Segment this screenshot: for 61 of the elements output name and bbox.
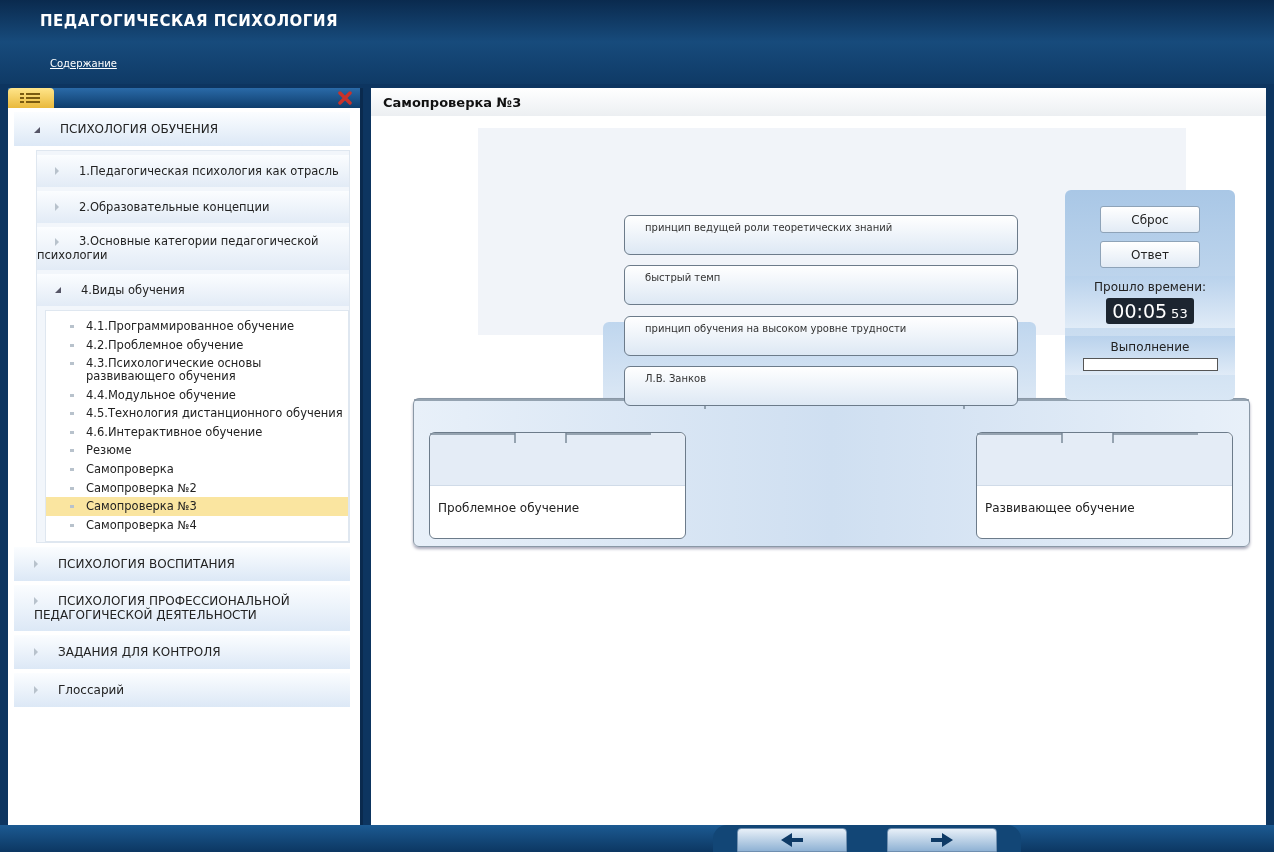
menu-item[interactable]: Содержание: [50, 57, 117, 69]
drop-box-label: Проблемное обучение: [438, 501, 580, 515]
tree-item[interactable]: Самопроверка №3: [46, 497, 348, 517]
left-arrow-icon: [779, 832, 805, 848]
expanded-icon: [34, 126, 40, 133]
right-arrow-icon: [929, 832, 955, 848]
tree-item[interactable]: 4.3.Психологические основы развивающего обучения: [46, 354, 348, 386]
tree-item[interactable]: Глоссарий: [14, 672, 350, 707]
bullet-icon: [70, 468, 74, 472]
tree-item[interactable]: 4.4.Модульное обучение: [46, 385, 348, 405]
collapsed-icon: [55, 237, 59, 246]
answer-card[interactable]: принцип обучения на высоком уровне трудности: [624, 316, 1018, 356]
action-button[interactable]: Ответ: [1100, 241, 1200, 268]
collapsed-icon: [34, 560, 38, 569]
tree-item[interactable]: Самопроверка №4: [46, 516, 348, 535]
tree-item[interactable]: Самопроверка №2: [46, 478, 348, 498]
bullet-icon: [70, 412, 74, 416]
tree-item[interactable]: 1.Педагогическая психология как отрасль: [37, 155, 349, 187]
action-button[interactable]: Сброс: [1100, 206, 1200, 233]
collapsed-icon: [55, 167, 59, 175]
tree-item[interactable]: 3.Основные категории педагогической психологии: [37, 227, 349, 270]
back-button[interactable]: [737, 828, 847, 852]
drop-box[interactable]: Развивающее обучение: [976, 432, 1233, 539]
tree-item[interactable]: 4.5.Технология дистанционного обучения: [46, 404, 348, 423]
bullet-icon: [70, 505, 74, 509]
drop-box-label: Развивающее обучение: [985, 501, 1135, 515]
app-title: ПЕДАГОГИЧЕСКАЯ ПСИХОЛОГИЯ: [40, 12, 338, 30]
tree-item[interactable]: 4.Виды обучения: [37, 274, 349, 306]
answer-card[interactable]: Л.В. Занков: [624, 366, 1018, 406]
bullet-icon: [70, 343, 74, 347]
tree-item[interactable]: ПСИХОЛОГИЯ ПРОФЕССИОНАЛЬНОЙ ПЕДАГОГИЧЕСКОЙ ДЕЯТЕЛЬНОСТИ: [14, 584, 350, 631]
next-button[interactable]: [887, 828, 997, 852]
list-icon[interactable]: [8, 88, 54, 108]
timer-label: Прошло времени:: [1094, 280, 1206, 294]
bullet-icon: [70, 393, 74, 397]
tree-item[interactable]: Резюме: [46, 441, 348, 461]
progress-label: Выполнение: [1110, 340, 1190, 354]
tree-item[interactable]: ЗАДАНИЯ ДЛЯ КОНТРОЛЯ: [14, 634, 350, 669]
tree-item[interactable]: Самопроверка: [46, 460, 348, 479]
tree-item[interactable]: 4.2.Проблемное обучение: [46, 335, 348, 355]
drop-box[interactable]: Проблемное обучение: [429, 432, 686, 539]
page-title: Самопроверка №3: [383, 94, 522, 110]
timer-display: 00:05 53: [1106, 298, 1194, 324]
answer-card[interactable]: принцип ведущей роли теоретических знаний: [624, 215, 1018, 255]
bullet-icon: [70, 325, 74, 328]
bullet-icon: [70, 486, 74, 490]
answer-card[interactable]: быстрый темп: [624, 265, 1018, 305]
tree-item[interactable]: 2.Образовательные концепции: [37, 191, 349, 223]
collapsed-icon: [55, 203, 59, 211]
bullet-icon: [70, 430, 74, 434]
tree-item[interactable]: 4.6.Интерактивное обучение: [46, 422, 348, 442]
collapsed-icon: [34, 648, 38, 657]
collapsed-icon: [34, 686, 38, 695]
expanded-icon: [55, 287, 61, 293]
tree-item[interactable]: 4.1.Программированное обучение: [46, 317, 348, 336]
bullet-icon: [70, 449, 74, 453]
bullet-icon: [70, 362, 74, 366]
bullet-icon: [70, 524, 74, 528]
tree-item[interactable]: ПСИХОЛОГИЯ ВОСПИТАНИЯ: [14, 546, 350, 581]
collapsed-icon: [34, 597, 38, 606]
tree-item[interactable]: ПСИХОЛОГИЯ ОБУЧЕНИЯ: [14, 112, 350, 146]
